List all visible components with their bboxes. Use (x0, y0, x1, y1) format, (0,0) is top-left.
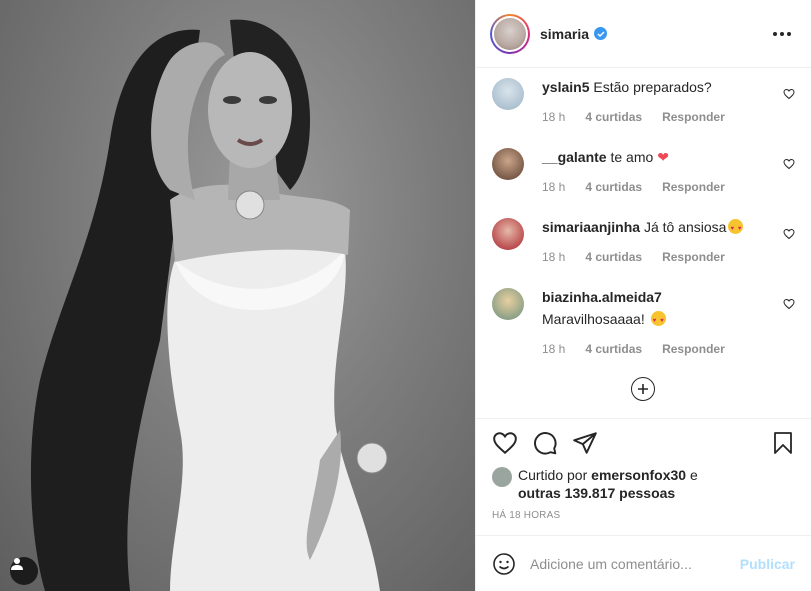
post-header: simaria (476, 0, 811, 68)
comment-heart-icon[interactable] (783, 88, 795, 100)
more-options-button[interactable] (769, 28, 795, 40)
commenter-username[interactable]: yslain5 (542, 79, 589, 95)
comment-time[interactable]: 18 h (542, 340, 565, 358)
user-tag-icon (11, 558, 23, 570)
reply-button[interactable]: Responder (662, 340, 725, 358)
liker-avatar[interactable] (492, 467, 512, 487)
author-avatar[interactable] (490, 13, 530, 54)
comment-text: Estão preparados? (593, 79, 712, 95)
load-more-comments-button[interactable] (631, 377, 655, 401)
comment-time[interactable]: 18 h (542, 248, 565, 266)
post-photo[interactable] (0, 0, 475, 591)
user-tag-button[interactable] (10, 557, 38, 585)
post-side-panel: simaria yslain5 Estão preparados? 18 h 4… (475, 0, 811, 591)
comment-heart-icon[interactable] (783, 158, 795, 170)
author-username[interactable]: simaria (540, 26, 589, 42)
instagram-post-view: simaria yslain5 Estão preparados? 18 h 4… (0, 0, 811, 591)
commenter-username[interactable]: biazinha.almeida7 (542, 289, 662, 305)
reply-button[interactable]: Responder (662, 108, 725, 126)
comment-time[interactable]: 18 h (542, 108, 565, 126)
comments-list: yslain5 Estão preparados? 18 h 4 curtida… (476, 68, 811, 418)
comment-input[interactable] (530, 555, 740, 572)
comment-item: __galante te amo ❤ 18 h 4 curtidas Respo… (492, 148, 795, 196)
commenter-avatar[interactable] (492, 78, 524, 110)
share-icon[interactable] (572, 430, 598, 456)
comment-time[interactable]: 18 h (542, 178, 565, 196)
red-heart-emoji-icon: ❤ (657, 149, 669, 165)
liker-username[interactable]: emersonfox30 (591, 467, 686, 483)
comment-item: simariaanjinha Já tô ansiosa 18 h 4 curt… (492, 218, 795, 266)
bookmark-icon[interactable] (771, 430, 795, 456)
comment-icon[interactable] (532, 430, 558, 456)
photo-illustration (30, 19, 388, 591)
comment-item: yslain5 Estão preparados? 18 h 4 curtida… (492, 78, 795, 126)
comment-text: Maravilhosaaaa! (542, 311, 645, 327)
comment-likes[interactable]: 4 curtidas (585, 340, 642, 358)
reply-button[interactable]: Responder (662, 248, 725, 266)
reply-button[interactable]: Responder (662, 178, 725, 196)
commenter-avatar[interactable] (492, 148, 524, 180)
post-actions-bar (476, 418, 811, 466)
heart-eyes-emoji-icon (650, 311, 666, 330)
commenter-avatar[interactable] (492, 218, 524, 250)
heart-eyes-emoji-icon (728, 219, 744, 238)
comment-text: te amo (610, 149, 654, 165)
post-timestamp[interactable]: HÁ 18 HORAS (476, 510, 811, 521)
comment-heart-icon[interactable] (783, 298, 795, 310)
comment-item: biazinha.almeida7 Maravilhosaaaa! 18 h 4… (492, 288, 795, 358)
publish-button[interactable]: Publicar (740, 556, 795, 572)
add-circle-icon (638, 384, 648, 394)
commenter-username[interactable]: __galante (542, 149, 607, 165)
likes-summary: Curtido por emersonfox30 e outras 139.81… (476, 466, 811, 502)
emoji-icon[interactable] (492, 552, 516, 576)
verified-badge-icon (594, 27, 608, 40)
comment-likes[interactable]: 4 curtidas (585, 178, 642, 196)
comment-heart-icon[interactable] (783, 228, 795, 240)
comment-likes[interactable]: 4 curtidas (585, 248, 642, 266)
commenter-avatar[interactable] (492, 288, 524, 320)
add-comment-bar: Publicar (476, 535, 811, 591)
comment-likes[interactable]: 4 curtidas (585, 108, 642, 126)
likes-count-link[interactable]: outras 139.817 pessoas (518, 485, 675, 501)
commenter-username[interactable]: simariaanjinha (542, 219, 640, 235)
comment-text: Já tô ansiosa (643, 219, 727, 235)
like-heart-icon[interactable] (492, 430, 518, 456)
